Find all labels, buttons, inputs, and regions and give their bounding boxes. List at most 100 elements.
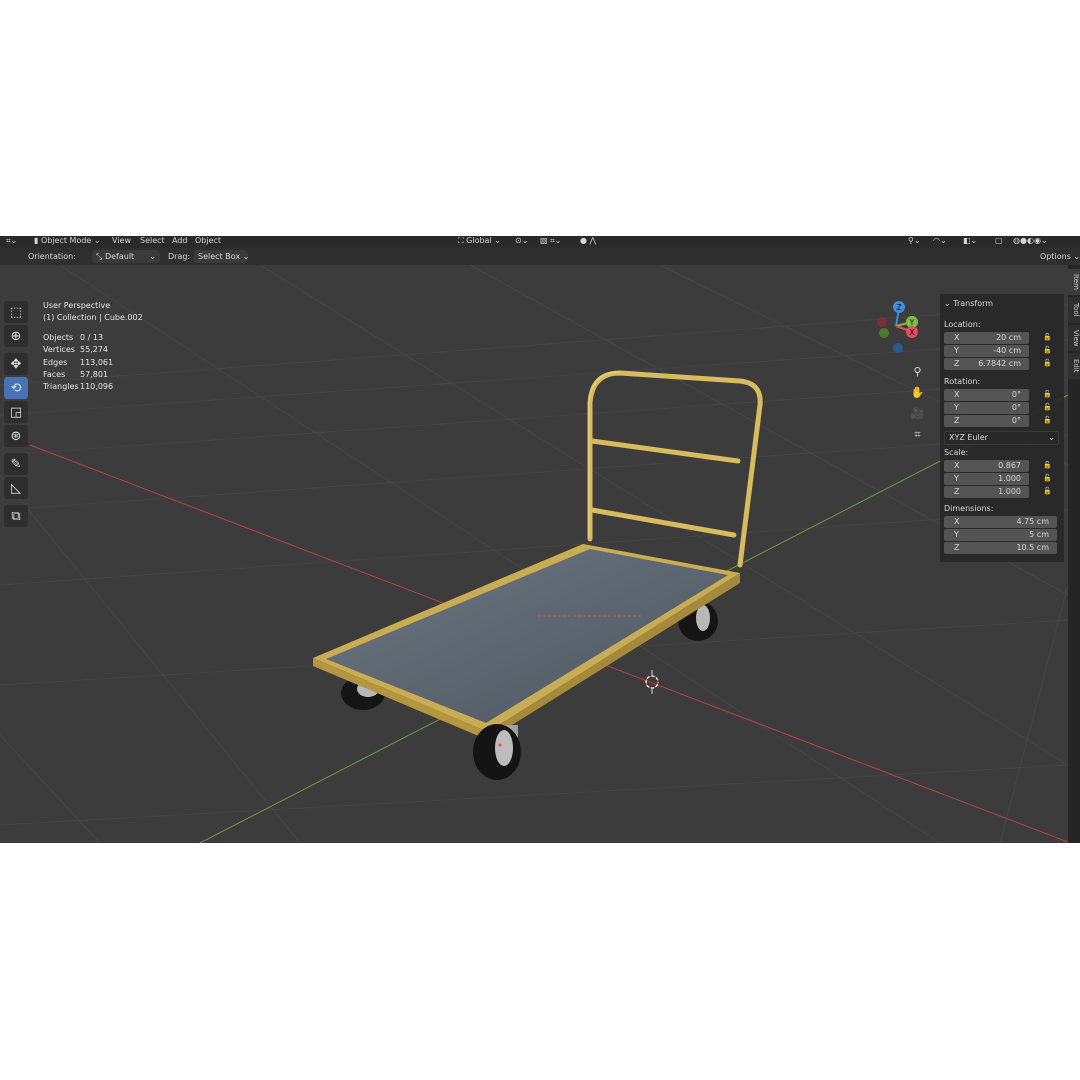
drag-dropdown[interactable]: Select Box ⌄: [194, 250, 249, 263]
location-y-field[interactable]: Y -40 cm: [944, 345, 1029, 357]
cursor-icon: ⊕: [10, 328, 22, 344]
lock-icon[interactable]: 🔓: [1043, 333, 1053, 343]
cursor-tool[interactable]: ⊕: [4, 325, 28, 347]
stat-row: Vertices 55,274: [43, 345, 108, 355]
dimensions-label: Dimensions:: [944, 504, 994, 513]
menu-view[interactable]: View: [112, 236, 131, 246]
stat-row: Faces 57,801: [43, 369, 108, 379]
lock-icon[interactable]: 🔓: [1043, 416, 1053, 426]
orientation-dropdown[interactable]: ⤡ Default ⌄: [92, 250, 160, 263]
overlay-toggle-icon[interactable]: ◠⌄: [933, 236, 947, 246]
location-x-field[interactable]: X 20 cm: [944, 332, 1029, 344]
viewport-header: ⌗⌄ ▮ Object Mode ⌄ View Select Add Objec…: [0, 236, 1080, 246]
pivot-icon[interactable]: ⊙⌄: [515, 236, 528, 246]
transform-icon: ⊛: [10, 428, 22, 444]
options-menu[interactable]: Options ⌄: [1040, 248, 1080, 265]
cart-wheel-front-left: [473, 724, 521, 780]
tab-tool[interactable]: Tool: [1068, 297, 1080, 323]
scale-icon: ◲: [9, 404, 23, 420]
menu-select[interactable]: Select: [140, 236, 165, 246]
add-cube-tool[interactable]: ⧉: [4, 505, 28, 527]
wireframe-shading-icon[interactable]: ▢: [995, 236, 1003, 246]
collection-path: (1) Collection | Cube.002: [43, 313, 143, 322]
add-cube-icon: ⧉: [11, 508, 21, 524]
snap-icon[interactable]: ▧ ⌗⌄: [540, 236, 561, 246]
rotate-icon: ⟲: [10, 380, 22, 396]
pan-button[interactable]: ✋: [908, 383, 927, 402]
lock-icon[interactable]: 🔓: [1043, 461, 1053, 471]
tab-item[interactable]: Item: [1068, 269, 1080, 295]
lock-icon[interactable]: 🔓: [1043, 403, 1053, 413]
scale-y-field[interactable]: Y 1.000: [944, 473, 1029, 485]
gizmo-y-label: Y: [909, 318, 915, 327]
rotation-y-field[interactable]: Y 0°: [944, 402, 1029, 414]
stat-row: Edges 113,061: [43, 357, 114, 367]
lock-icon[interactable]: 🔓: [1043, 487, 1053, 497]
transform-panel: ⌄ Transform Location: X 20 cm Y -40 cm Z 6.…: [940, 294, 1064, 562]
zoom-button[interactable]: ⚲: [908, 362, 927, 381]
location-label: Location:: [944, 320, 981, 329]
stat-row: Objects 0 / 13: [43, 333, 104, 342]
annotate-icon: ✎: [10, 456, 22, 472]
scale-z-field[interactable]: Z 1.000: [944, 486, 1029, 498]
sidebar-tabs: Item Tool View Edit: [1068, 265, 1080, 843]
lock-icon[interactable]: 🔓: [1043, 474, 1053, 484]
rotation-label: Rotation:: [944, 377, 981, 386]
menu-add[interactable]: Add: [172, 236, 188, 246]
ortho-toggle-button[interactable]: ⌗: [908, 425, 927, 444]
transform-panel-header[interactable]: ⌄ Transform: [944, 299, 993, 308]
annotate-tool[interactable]: ✎: [4, 453, 28, 475]
location-z-field[interactable]: Z 6.7842 cm: [944, 358, 1029, 370]
tab-view[interactable]: View: [1068, 325, 1080, 351]
cart-handle: [587, 370, 763, 568]
rotation-z-field[interactable]: Z 0°: [944, 415, 1029, 427]
left-toolbar: ⬚ ⊕ ✥ ⟲ ◲ ⊛ ✎ ◺ ⧉: [4, 301, 30, 529]
scene-statistics: Objects 0 / 13 Vertices 55,274 Edges 113,06…: [43, 332, 113, 393]
tool-settings-bar: Orientation: ⤡ Default ⌄ Drag: Select Box…: [0, 248, 1080, 265]
select-box-tool[interactable]: ⬚: [4, 301, 28, 323]
zoom-icon: ⚲: [913, 365, 922, 378]
hand-icon: ✋: [910, 386, 925, 399]
view-name: User Perspective: [43, 301, 111, 310]
mode-label: Object Mode: [40, 236, 92, 245]
move-tool[interactable]: ✥: [4, 353, 28, 375]
3d-cursor: [645, 670, 659, 694]
menu-object[interactable]: Object: [195, 236, 221, 246]
transform-space-selector[interactable]: ⛶ Global ⌄: [458, 236, 501, 246]
chevron-down-icon: ⌄: [1048, 433, 1055, 442]
xray-toggle-icon[interactable]: ◧⌄: [963, 236, 977, 246]
3d-viewport[interactable]: ⬚ ⊕ ✥ ⟲ ◲ ⊛ ✎ ◺ ⧉ User Perspective (1) C…: [0, 265, 1068, 843]
drag-label: Drag:: [168, 252, 191, 261]
orientation-label: Orientation:: [28, 252, 76, 261]
camera-icon: 🎥: [910, 407, 925, 420]
measure-tool[interactable]: ◺: [4, 477, 28, 499]
camera-view-button[interactable]: 🎥: [908, 404, 927, 423]
mode-selector[interactable]: ▮ Object Mode ⌄: [34, 236, 101, 246]
proportional-edit-icon[interactable]: ● ⋀: [580, 236, 596, 246]
dimension-y-field[interactable]: Y5 cm: [944, 529, 1057, 541]
rotation-mode-dropdown[interactable]: XYZ Euler ⌄: [944, 431, 1059, 445]
editor-type-icon[interactable]: ⌗⌄: [6, 236, 17, 246]
shading-modes-icon[interactable]: ◍●◐◉⌄: [1013, 236, 1048, 246]
scale-x-field[interactable]: X 0.867: [944, 460, 1029, 472]
measure-icon: ◺: [11, 480, 21, 496]
navigation-gizmo[interactable]: Z Y X: [872, 298, 924, 354]
lock-icon[interactable]: 🔓: [1043, 346, 1053, 356]
tab-edit[interactable]: Edit: [1068, 353, 1080, 379]
rotate-tool[interactable]: ⟲: [4, 377, 28, 399]
lock-icon[interactable]: 🔓: [1043, 390, 1053, 400]
dimension-x-field[interactable]: X 4.75 cm: [944, 516, 1057, 528]
dimension-z-field[interactable]: Z 10.5 cm: [944, 542, 1057, 554]
blender-window: ⌗⌄ ▮ Object Mode ⌄ View Select Add Objec…: [0, 236, 1080, 843]
transform-tool[interactable]: ⊛: [4, 425, 28, 447]
gizmo-z-label: Z: [896, 303, 902, 312]
chevron-down-icon: ⌄: [944, 299, 951, 308]
lock-icon[interactable]: 🔓: [1043, 359, 1053, 369]
gizmo-toggle-icon[interactable]: ⚲⌄: [908, 236, 921, 246]
rotation-x-field[interactable]: X 0°: [944, 389, 1029, 401]
scale-label: Scale:: [944, 448, 969, 457]
chevron-down-icon: ⌄: [149, 252, 156, 261]
grid-icon: ⌗: [914, 427, 921, 441]
select-box-icon: ⬚: [9, 304, 23, 320]
scale-tool[interactable]: ◲: [4, 401, 28, 423]
